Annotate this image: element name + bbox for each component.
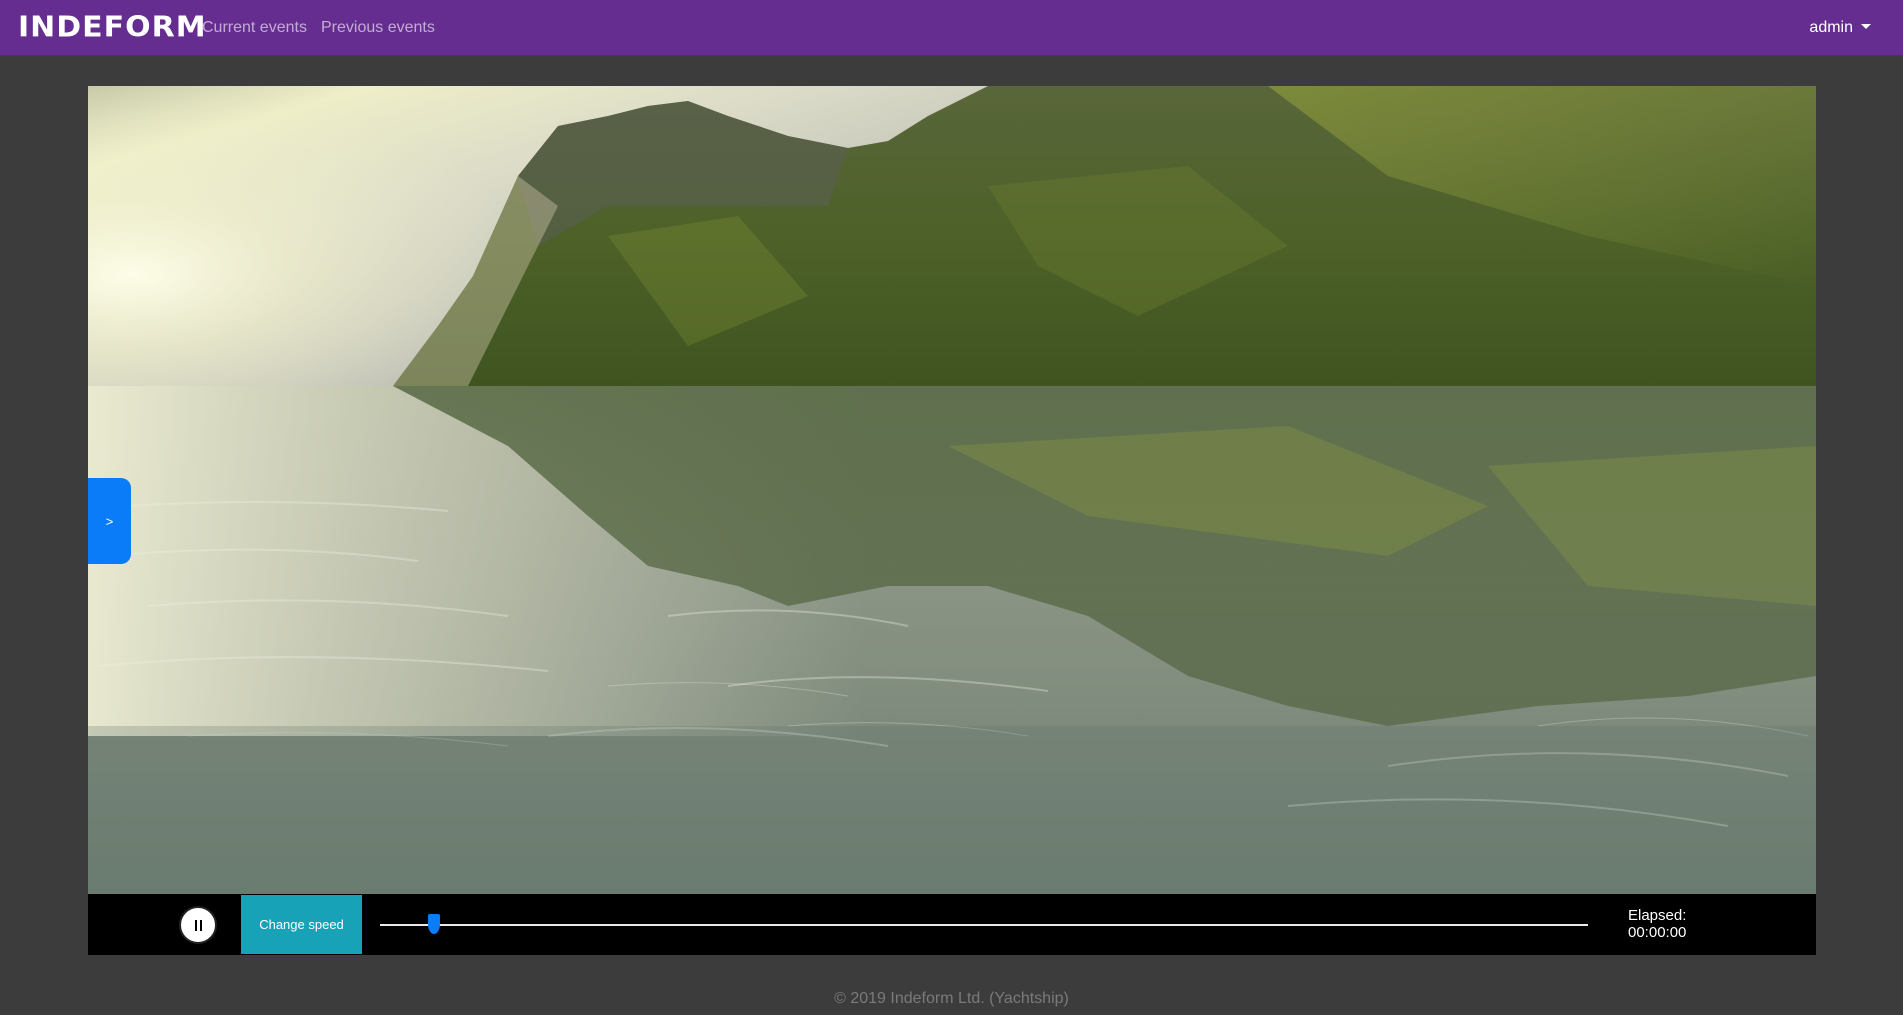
elapsed-value: 00:00:00	[1628, 924, 1687, 941]
timeline-handle[interactable]	[428, 914, 441, 934]
playback-control-bar: Change speed Elapsed: 00:00:00	[88, 894, 1816, 955]
footer-copyright: © 2019 Indeform Ltd. (Yachtship)	[834, 990, 1069, 1007]
brand-logo[interactable]: INDEFORM	[18, 11, 207, 45]
scene-render	[88, 86, 1816, 894]
side-panel-toggle-button[interactable]: >	[88, 478, 131, 564]
change-speed-button[interactable]: Change speed	[241, 895, 362, 954]
nav-previous-events[interactable]: Previous events	[321, 18, 435, 38]
brand-name: INDEFORM	[18, 10, 207, 45]
3d-scene-viewport[interactable]	[88, 86, 1816, 894]
timeline-slider[interactable]	[380, 914, 1588, 934]
top-navbar: INDEFORM Current events Previous events …	[0, 0, 1903, 56]
caret-down-icon	[1861, 23, 1871, 29]
play-pause-button[interactable]	[179, 906, 217, 944]
elapsed-time: Elapsed: 00:00:00	[1628, 907, 1686, 941]
pause-icon	[194, 919, 202, 931]
user-menu-dropdown[interactable]: admin	[1809, 18, 1871, 38]
nav-current-events[interactable]: Current events	[202, 18, 307, 38]
timeline-track	[380, 924, 1588, 926]
elapsed-label: Elapsed:	[1628, 907, 1687, 924]
user-name: admin	[1809, 19, 1853, 36]
